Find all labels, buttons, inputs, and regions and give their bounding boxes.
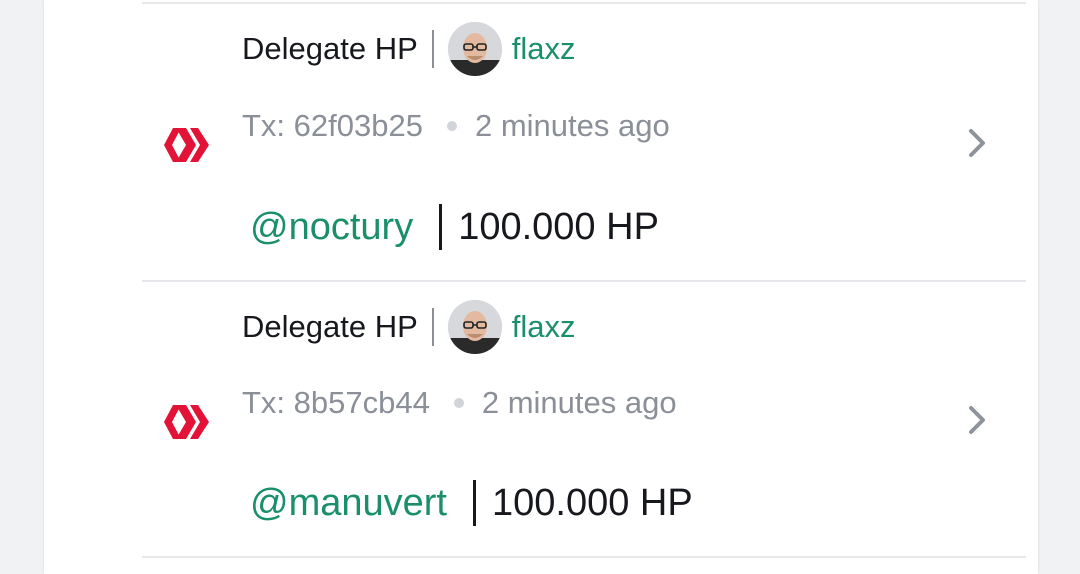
avatar[interactable]: [447, 22, 502, 76]
separator: [431, 30, 434, 68]
delegation-amount: 100.000 HP: [458, 205, 659, 248]
transaction-meta: Tx: 62f03b25 2 minutes ago: [242, 108, 670, 144]
tx-id[interactable]: Tx: 62f03b25: [242, 108, 423, 144]
hive-logo-icon: [164, 128, 209, 162]
chevron-right-icon[interactable]: [964, 403, 990, 437]
separator: [439, 204, 443, 250]
transaction-row[interactable]: Delegate HP flaxz Tx: 8b57cb44 2 minutes…: [142, 282, 1026, 558]
delegatee-link[interactable]: @manuvert: [250, 482, 447, 525]
delegation-detail: @noctury 100.000 HP: [250, 204, 659, 250]
avatar[interactable]: [447, 300, 502, 354]
separator: [431, 308, 434, 346]
row-divider: [142, 556, 1026, 558]
operation-row: Delegate HP flaxz: [242, 22, 576, 76]
timestamp: 2 minutes ago: [481, 385, 677, 420]
delegation-detail: @manuvert 100.000 HP: [250, 480, 693, 526]
delegatee-link[interactable]: @noctury: [250, 206, 413, 249]
hive-logo-icon: [164, 405, 209, 439]
author-link[interactable]: flaxz: [512, 309, 576, 345]
operation-row: Delegate HP flaxz: [242, 300, 576, 354]
separator: [472, 480, 476, 526]
delegation-amount: 100.000 HP: [491, 481, 693, 524]
timestamp: 2 minutes ago: [474, 108, 670, 143]
bullet-dot: [453, 398, 464, 408]
operation-name: Delegate HP: [242, 309, 418, 344]
operation-name: Delegate HP: [242, 31, 418, 66]
transaction-row[interactable]: Delegate HP flaxz Tx: 62f03b25 2 minutes…: [142, 4, 1026, 280]
tx-id[interactable]: Tx: 8b57cb44: [242, 385, 430, 421]
transaction-list-card: Delegate HP flaxz Tx: 62f03b25 2 minutes…: [44, 0, 1038, 574]
chevron-right-icon[interactable]: [964, 126, 990, 160]
author-link[interactable]: flaxz: [512, 31, 576, 67]
transaction-meta: Tx: 8b57cb44 2 minutes ago: [242, 385, 677, 421]
bullet-dot: [446, 121, 457, 131]
